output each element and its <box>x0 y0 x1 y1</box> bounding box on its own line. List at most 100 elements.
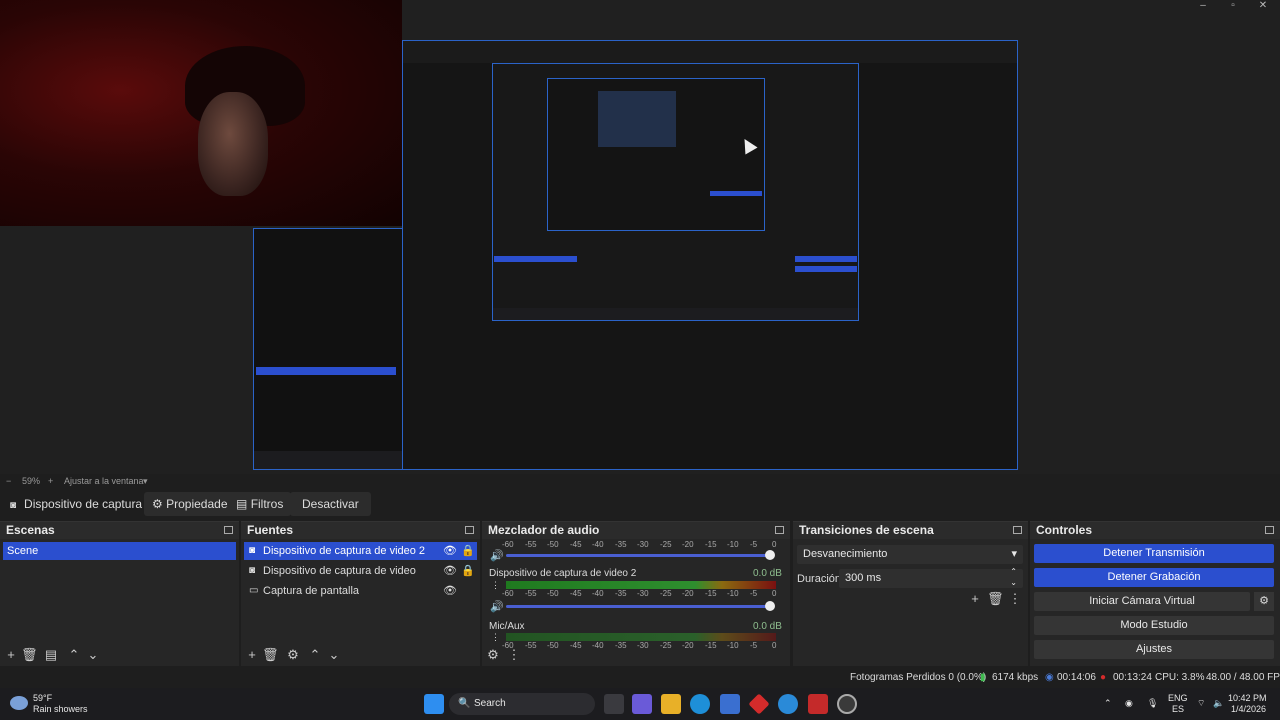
scale-tick-label: -55 <box>525 540 537 549</box>
eye-icon[interactable]: 👁 <box>443 562 457 580</box>
taskbar: 59°F Rain showers 🔍 Search ⌃ ◉ 🎙 ENG ES … <box>0 688 1280 720</box>
scale-tick-label: -10 <box>727 589 739 598</box>
filters-button[interactable]: ▤ Filtros <box>228 492 292 516</box>
scale-tick-label: -40 <box>592 540 604 549</box>
add-icon[interactable]: + <box>244 647 260 663</box>
sources-title-text: Fuentes <box>247 523 294 537</box>
nested-control-highlight <box>795 256 857 262</box>
edge-icon[interactable] <box>690 694 710 714</box>
add-icon[interactable]: + <box>3 647 19 663</box>
duration-input[interactable]: 300 ms ⌃ ⌄ <box>839 566 1023 588</box>
gear-icon[interactable]: ⚙ <box>285 647 301 663</box>
scene-item[interactable]: Scene <box>3 542 236 560</box>
shield-icon[interactable] <box>808 694 828 714</box>
source-item[interactable]: ◙ Dispositivo de captura de video 👁 🔒 <box>244 562 477 580</box>
source-item[interactable]: ◙ Dispositivo de captura de video 2 👁 🔒 <box>244 542 477 560</box>
eye-icon[interactable]: 👁 <box>443 542 457 560</box>
popout-icon[interactable] <box>224 526 233 534</box>
stop-streaming-button[interactable]: Detener Transmisión <box>1034 544 1274 563</box>
chevron-up-icon[interactable]: ⌃ <box>307 647 323 663</box>
volume-knob[interactable] <box>765 601 775 611</box>
camera-icon: ◙ <box>10 500 17 511</box>
zoom-out-button[interactable]: − <box>6 476 11 486</box>
chevron-down-icon[interactable]: ⌄ <box>326 647 342 663</box>
properties-button[interactable]: ⚙ Propiedades <box>144 492 242 516</box>
transition-select[interactable]: Desvanecimiento ▾ <box>797 545 1023 564</box>
wifi-icon[interactable]: ⌔ <box>1197 698 1205 709</box>
copilot-icon[interactable] <box>632 694 652 714</box>
gear-icon[interactable]: ⚙ <box>485 647 501 663</box>
gear-icon[interactable]: ⚙ <box>1254 592 1274 611</box>
lock-icon[interactable]: 🔒 <box>461 542 475 560</box>
eye-icon[interactable]: 👁 <box>443 582 457 600</box>
help-icon[interactable] <box>778 694 798 714</box>
scale-tick-label: -20 <box>682 589 694 598</box>
spinner-icon[interactable]: ⌃ ⌄ <box>1010 566 1017 588</box>
trash-icon[interactable]: 🗑 <box>21 647 38 663</box>
stop-recording-button[interactable]: Detener Grabación <box>1034 568 1274 587</box>
scale-tick-label: -45 <box>570 540 582 549</box>
speaker-icon[interactable]: 🔊 <box>490 600 504 613</box>
windows-start-icon[interactable] <box>424 694 444 714</box>
task-view-icon[interactable] <box>604 694 624 714</box>
tray-icon[interactable]: ◉ <box>1125 698 1133 709</box>
language[interactable]: ENG <box>1168 693 1188 703</box>
chevron-up-icon[interactable]: ⌃ <box>1104 698 1112 709</box>
studio-mode-button[interactable]: Modo Estudio <box>1034 616 1274 635</box>
popout-icon[interactable] <box>1265 526 1274 534</box>
chevron-down-icon[interactable]: ⌄ <box>85 647 101 663</box>
signal-icon: ▮ <box>980 672 986 683</box>
add-icon[interactable]: + <box>967 591 983 607</box>
volume-icon[interactable]: 🔈 <box>1213 698 1224 709</box>
region[interactable]: ES <box>1172 704 1184 714</box>
preview-area[interactable] <box>0 0 1280 474</box>
kebab-menu-icon[interactable]: ⋮ <box>491 632 500 643</box>
maximize-icon[interactable]: ▫ <box>1218 0 1248 14</box>
close-icon[interactable]: ✕ <box>1248 0 1278 14</box>
store-icon[interactable] <box>720 694 740 714</box>
popout-icon[interactable] <box>775 526 784 534</box>
speaker-icon[interactable]: 🔊 <box>490 549 504 562</box>
nested-scene-highlight <box>494 256 577 262</box>
filter-icon[interactable]: ▤ <box>43 647 59 663</box>
popout-icon[interactable] <box>465 526 474 534</box>
scale-tick-label: -50 <box>547 540 559 549</box>
status-bar: Fotogramas Perdidos 0 (0.0%) ▮ 6174 kbps… <box>0 669 1280 687</box>
trash-icon[interactable]: 🗑 <box>262 647 279 663</box>
lock-icon[interactable]: 🔒 <box>461 562 475 580</box>
popout-icon[interactable] <box>1013 526 1022 534</box>
clock-time[interactable]: 10:42 PM <box>1228 693 1267 703</box>
zoom-level[interactable]: 59% <box>22 476 40 486</box>
file-explorer-icon[interactable] <box>661 694 681 714</box>
chevron-up-icon[interactable]: ⌃ <box>66 647 82 663</box>
volume-knob[interactable] <box>765 550 775 560</box>
stream-time: 00:14:06 <box>1057 672 1096 683</box>
transitions-title-text: Transiciones de escena <box>799 523 934 537</box>
zoom-in-button[interactable]: + <box>48 476 53 486</box>
scale-tick-label: -15 <box>705 540 717 549</box>
source-item[interactable]: ▭ Captura de pantalla 👁 <box>244 582 477 600</box>
start-virtual-camera-button[interactable]: Iniciar Cámara Virtual <box>1034 592 1250 611</box>
kebab-menu-icon[interactable]: ⋮ <box>506 647 522 663</box>
search-box[interactable]: 🔍 Search <box>449 693 595 715</box>
fit-window-select[interactable]: Ajustar a la ventana <box>64 476 144 486</box>
deactivate-button[interactable]: Desactivar <box>290 492 371 516</box>
trash-icon[interactable]: 🗑 <box>987 591 1004 607</box>
kebab-menu-icon[interactable]: ⋮ <box>1007 591 1023 607</box>
camera-icon: ◙ <box>249 565 256 576</box>
volume-slider[interactable] <box>506 554 774 557</box>
app-icon[interactable] <box>748 693 770 715</box>
chevron-down-icon[interactable]: ▾ <box>143 476 148 487</box>
camera-icon: ◙ <box>249 545 256 556</box>
clock-date[interactable]: 1/4/2026 <box>1231 704 1266 714</box>
volume-slider[interactable] <box>506 605 774 608</box>
obs-icon[interactable] <box>837 694 857 714</box>
scale-tick-label: -10 <box>727 540 739 549</box>
nested-screen-deep <box>547 78 765 231</box>
nested-scene-highlight <box>256 367 396 375</box>
minimize-icon[interactable]: – <box>1188 0 1218 14</box>
microphone-icon[interactable]: 🎙 <box>1147 698 1158 709</box>
scenes-footer: + 🗑 ▤ ⌃ ⌄ <box>0 644 239 666</box>
settings-button[interactable]: Ajustes <box>1034 640 1274 659</box>
kebab-menu-icon[interactable]: ⋮ <box>491 580 500 591</box>
